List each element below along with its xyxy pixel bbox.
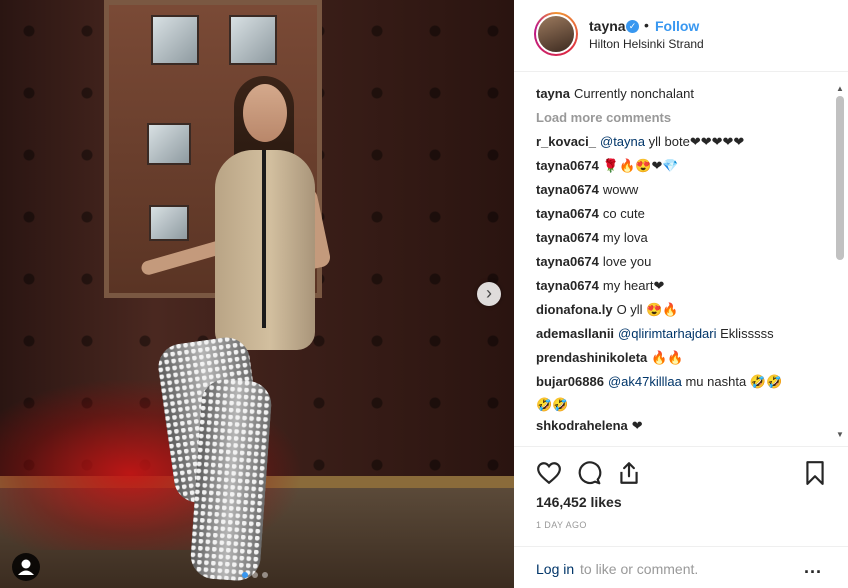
comment-text: yll bote❤❤❤❤❤: [648, 134, 745, 149]
comment-username[interactable]: prendashinikoleta: [536, 350, 647, 365]
avatar[interactable]: [536, 14, 576, 54]
comment-mention[interactable]: @tayna: [600, 134, 645, 149]
heart-icon[interactable]: [536, 460, 562, 486]
comment-text: Eklisssss: [720, 326, 774, 341]
model-boot: [189, 377, 273, 583]
comment-row: tayna0674 love you: [536, 252, 832, 276]
instagram-post: › tayna ✓ • Follow Hilton Helsinki Stran…: [0, 0, 848, 588]
caption-text: Currently nonchalant: [573, 86, 694, 101]
comment-username[interactable]: tayna0674: [536, 158, 599, 173]
comment-username[interactable]: shkodrahelena: [536, 418, 628, 433]
comment-row: ademasllanii @qlirimtarhajdari Eklisssss: [536, 324, 832, 348]
comment-row: tayna0674 co cute: [536, 204, 832, 228]
comment-username[interactable]: tayna0674: [536, 230, 599, 245]
location-link[interactable]: Hilton Helsinki Strand: [589, 37, 704, 51]
model-head: [243, 84, 287, 142]
comment-text: O yll 😍🔥: [616, 302, 679, 317]
comment-row: prendashinikoleta 🔥🔥: [536, 348, 832, 372]
comments-list: tayna Currently nonchalant Load more comm…: [536, 84, 832, 440]
login-link[interactable]: Log in: [536, 561, 574, 577]
comment-row: bujar06886 @ak47killlaa mu nashta 🤣🤣: [536, 372, 832, 396]
comment-text: co cute: [602, 206, 645, 221]
comments-scrollbar[interactable]: ▲ ▼: [832, 84, 848, 440]
comment-username[interactable]: r_kovaci_: [536, 134, 596, 149]
follow-button[interactable]: Follow: [655, 18, 699, 34]
comment-row: r_kovaci_ @tayna yll bote❤❤❤❤❤: [536, 132, 832, 156]
caption-username[interactable]: tayna: [536, 86, 570, 101]
comment-mention[interactable]: @ak47killlaa: [608, 374, 682, 389]
comment-text: 🔥🔥: [651, 350, 684, 365]
carousel-dots: [242, 572, 268, 578]
scrollbar-thumb[interactable]: [836, 96, 844, 260]
caption: tayna Currently nonchalant: [536, 84, 832, 108]
comment-row: tayna0674 my heart❤: [536, 276, 832, 300]
separator-dot: •: [644, 17, 649, 33]
comment-mention[interactable]: @qlirimtarhajdari: [618, 326, 716, 341]
verified-badge-icon: ✓: [626, 20, 639, 33]
post-photo[interactable]: ›: [0, 0, 514, 588]
comment-row: tayna0674 my lova: [536, 228, 832, 252]
comment-text: mu nashta 🤣🤣: [685, 374, 783, 389]
login-footer: Log in to like or comment. ...: [514, 546, 848, 588]
login-prompt-text: to like or comment.: [580, 561, 699, 577]
comment-username[interactable]: dionafona.ly: [536, 302, 613, 317]
carousel-dot-active: [242, 572, 248, 578]
comment-text: love you: [602, 254, 652, 269]
user-tag-icon[interactable]: [12, 553, 40, 581]
likes-count[interactable]: 146,452 likes: [536, 494, 622, 510]
comment-text: woww: [602, 182, 639, 197]
comment-text: my lova: [602, 230, 648, 245]
comment-username[interactable]: tayna0674: [536, 206, 599, 221]
comment-text: my heart❤: [602, 278, 665, 293]
comment-row: shkodrahelena ❤: [536, 416, 832, 440]
more-options-icon[interactable]: ...: [804, 557, 822, 578]
load-more-comments-button[interactable]: Load more comments: [536, 108, 832, 132]
post-sidebar: tayna ✓ • Follow Hilton Helsinki Strand …: [514, 0, 848, 588]
comment-username[interactable]: bujar06886: [536, 374, 604, 389]
comment-username[interactable]: tayna0674: [536, 254, 599, 269]
comment-username[interactable]: tayna0674: [536, 278, 599, 293]
carousel-dot: [262, 572, 268, 578]
carousel-dot: [252, 572, 258, 578]
share-icon[interactable]: [616, 460, 642, 486]
comment-text: 🌹🔥😍❤💎: [602, 158, 679, 173]
comment-row: tayna0674 🌹🔥😍❤💎: [536, 156, 832, 180]
action-bar: [514, 446, 848, 496]
scroll-up-arrow-icon[interactable]: ▲: [836, 84, 844, 93]
comment-continuation: 🤣🤣: [536, 397, 569, 412]
comment-row: dionafona.ly O yll 😍🔥: [536, 300, 832, 324]
post-timestamp: 1 DAY AGO: [536, 520, 587, 530]
next-photo-button[interactable]: ›: [477, 282, 501, 306]
bookmark-icon[interactable]: [802, 460, 828, 486]
scroll-down-arrow-icon[interactable]: ▼: [836, 430, 844, 439]
post-header: tayna ✓ • Follow Hilton Helsinki Strand: [514, 0, 848, 72]
comment-row: tayna0674 woww: [536, 180, 832, 204]
comment-username[interactable]: ademasllanii: [536, 326, 614, 341]
comment-bubble-icon[interactable]: [576, 460, 602, 486]
dress-zipper: [262, 150, 266, 328]
comment-text: ❤: [631, 418, 643, 433]
username[interactable]: tayna: [589, 18, 626, 34]
comment-username[interactable]: tayna0674: [536, 182, 599, 197]
